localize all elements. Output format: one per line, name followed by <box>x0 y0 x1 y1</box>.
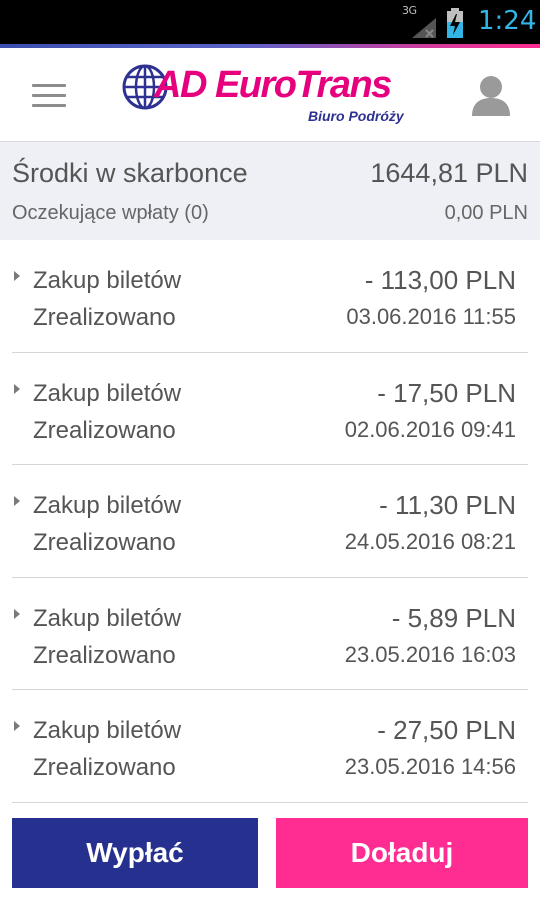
logo-eurotrans-text: EuroTrans <box>205 64 392 106</box>
transaction-amount: - 5,89 PLN <box>391 602 516 633</box>
pending-deposits-value: 0,00 PLN <box>444 202 528 224</box>
app-header: AD EuroTrans Biuro Podróży <box>0 48 540 142</box>
expand-arrow-icon <box>14 608 20 619</box>
transaction-status: Zrealizowano <box>33 529 176 556</box>
network-type: 3G <box>402 4 417 17</box>
battery-charging-icon <box>447 8 463 38</box>
balance-value: 1644,81 PLN <box>370 158 528 188</box>
transaction-title: Zakup biletów <box>33 717 182 744</box>
expand-arrow-icon <box>14 721 20 731</box>
pending-deposits-label: Oczekujące wpłaty (0) <box>12 202 209 224</box>
signal-icon <box>412 18 436 38</box>
hamburger-menu-icon-bar <box>32 94 66 97</box>
transaction-status: Zrealizowano <box>33 641 176 669</box>
logo-ad-text: AD <box>154 64 207 106</box>
transaction-status: Zrealizowano <box>33 754 176 781</box>
transaction-title: Zakup biletów <box>33 492 182 519</box>
ad-eurotrans-logo: AD EuroTrans Biuro Podróży <box>120 60 420 130</box>
transaction-date: 23.05.2016 16:03 <box>344 641 516 667</box>
transaction-date: 23.05.2016 14:56 <box>344 754 516 779</box>
transaction-date: 03.06.2016 11:55 <box>346 304 516 329</box>
transaction-row[interactable]: Zakup biletów Zrealizowano - 27,50 PLN 2… <box>12 690 528 803</box>
expand-arrow-icon <box>14 271 20 281</box>
transaction-amount: - 113,00 PLN <box>364 265 516 295</box>
menu-button[interactable] <box>26 76 72 116</box>
topup-button[interactable]: Doładuj <box>276 818 528 888</box>
transaction-row[interactable]: Zakup biletów Zrealizowano - 11,30 PLN 2… <box>12 465 528 578</box>
account-user-icon <box>472 76 510 116</box>
expand-arrow-icon <box>14 496 20 506</box>
transaction-date: 24.05.2016 08:21 <box>344 529 516 554</box>
transaction-amount: - 11,30 PLN <box>379 490 516 520</box>
transaction-amount: - 17,50 PLN <box>377 377 516 408</box>
transaction-title: Zakup biletów <box>33 604 182 632</box>
logo-subtitle: Biuro Podróży <box>308 108 404 124</box>
transaction-date: 02.06.2016 09:41 <box>344 416 516 442</box>
transaction-list: Zakup biletów Zrealizowano - 113,00 PLN … <box>0 240 540 803</box>
transaction-title: Zakup biletów <box>33 267 182 294</box>
expand-arrow-icon <box>14 383 20 394</box>
transaction-amount: - 27,50 PLN <box>377 715 516 745</box>
hamburger-menu-icon-bar <box>32 104 66 107</box>
transaction-status: Zrealizowano <box>33 416 176 444</box>
transaction-row[interactable]: Zakup biletów Zrealizowano - 5,89 PLN 23… <box>12 578 528 690</box>
withdraw-button[interactable]: Wypłać <box>12 818 258 888</box>
transaction-title: Zakup biletów <box>33 379 182 407</box>
transaction-row[interactable]: Zakup biletów Zrealizowano - 113,00 PLN … <box>12 240 528 353</box>
transaction-status: Zrealizowano <box>33 304 176 331</box>
status-time: 1:24 <box>478 6 537 36</box>
status-bar: 3G 1:24 <box>0 0 540 44</box>
transaction-row[interactable]: Zakup biletów Zrealizowano - 17,50 PLN 0… <box>12 353 528 465</box>
account-button[interactable] <box>466 70 516 120</box>
balance-label: Środki w skarbonce <box>12 158 248 188</box>
hamburger-menu-icon <box>32 84 66 87</box>
balance-summary: Środki w skarbonce 1644,81 PLN Oczekując… <box>0 142 540 240</box>
logo-wordmark: AD EuroTrans <box>154 64 392 107</box>
